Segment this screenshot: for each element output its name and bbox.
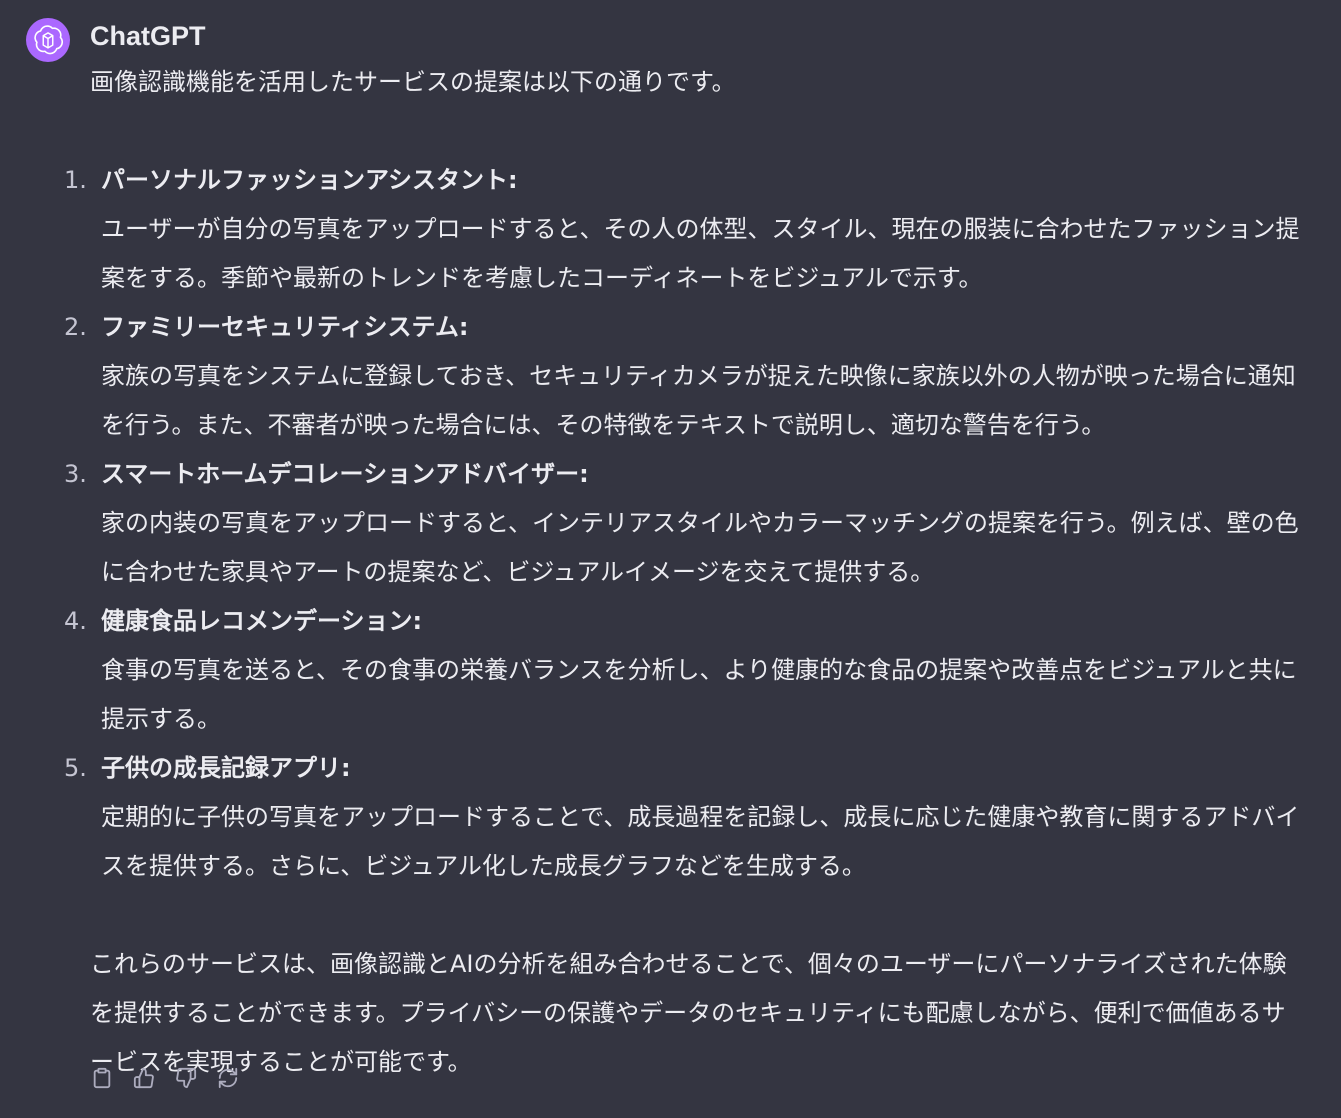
list-item-number: 1. (64, 166, 87, 194)
list-item-number: 5. (64, 754, 87, 782)
suggestion-list: 1. パーソナルファッションアシスタント: ユーザーが自分の写真をアップロードす… (64, 156, 1305, 891)
message-outro: これらのサービスは、画像認識とAIの分析を組み合わせることで、個々のユーザーにパ… (90, 950, 1287, 1076)
list-item: 4. 健康食品レコメンデーション: 食事の写真を送ると、その食事の栄養バランスを… (64, 597, 1305, 744)
list-item-title: パーソナルファッションアシスタント: (101, 166, 518, 194)
regenerate-button[interactable] (217, 1064, 239, 1092)
message-actions (91, 1064, 239, 1092)
list-item: 5. 子供の成長記録アプリ: 定期的に子供の写真をアップロードすることで、成長過… (64, 744, 1305, 891)
thumbs-down-button[interactable] (175, 1064, 197, 1092)
list-item-body: 食事の写真を送ると、その食事の栄養バランスを分析し、より健康的な食品の提案や改善… (101, 656, 1297, 733)
regenerate-icon (218, 1067, 238, 1089)
list-item: 1. パーソナルファッションアシスタント: ユーザーが自分の写真をアップロードす… (64, 156, 1305, 303)
list-item-title: ファミリーセキュリティシステム: (101, 313, 469, 341)
clipboard-icon (93, 1067, 111, 1089)
list-item-body: 定期的に子供の写真をアップロードすることで、成長過程を記録し、成長に応じた健康や… (101, 803, 1300, 880)
list-item: 3. スマートホームデコレーションアドバイザー: 家の内装の写真をアップロードす… (64, 450, 1305, 597)
list-item-title: 健康食品レコメンデーション: (101, 607, 423, 635)
thumbs-up-button[interactable] (133, 1064, 155, 1092)
list-item: 2. ファミリーセキュリティシステム: 家族の写真をシステムに登録しておき、セキ… (64, 303, 1305, 450)
list-item-number: 2. (64, 313, 87, 341)
assistant-message: 画像認識機能を活用したサービスの提案は以下の通りです。 1. パーソナルファッシ… (64, 58, 1305, 1087)
list-item-body: 家族の写真をシステムに登録しておき、セキュリティカメラが捉えた映像に家族以外の人… (101, 362, 1296, 439)
list-item-title: スマートホームデコレーションアドバイザー: (101, 460, 589, 488)
avatar (26, 18, 70, 62)
copy-button[interactable] (91, 1064, 113, 1092)
list-item-number: 3. (64, 460, 87, 488)
openai-logo-icon (34, 25, 63, 55)
list-item-title: 子供の成長記録アプリ: (101, 754, 351, 782)
thumbs-down-icon (176, 1067, 197, 1089)
sender-name: ChatGPT (90, 21, 206, 51)
list-item-number: 4. (64, 607, 87, 635)
message-intro: 画像認識機能を活用したサービスの提案は以下の通りです。 (90, 68, 736, 96)
list-item-body: ユーザーが自分の写真をアップロードすると、その人の体型、スタイル、現在の服装に合… (101, 215, 1300, 292)
list-item-body: 家の内装の写真をアップロードすると、インテリアスタイルやカラーマッチングの提案を… (101, 509, 1299, 586)
thumbs-up-icon (133, 1067, 154, 1089)
